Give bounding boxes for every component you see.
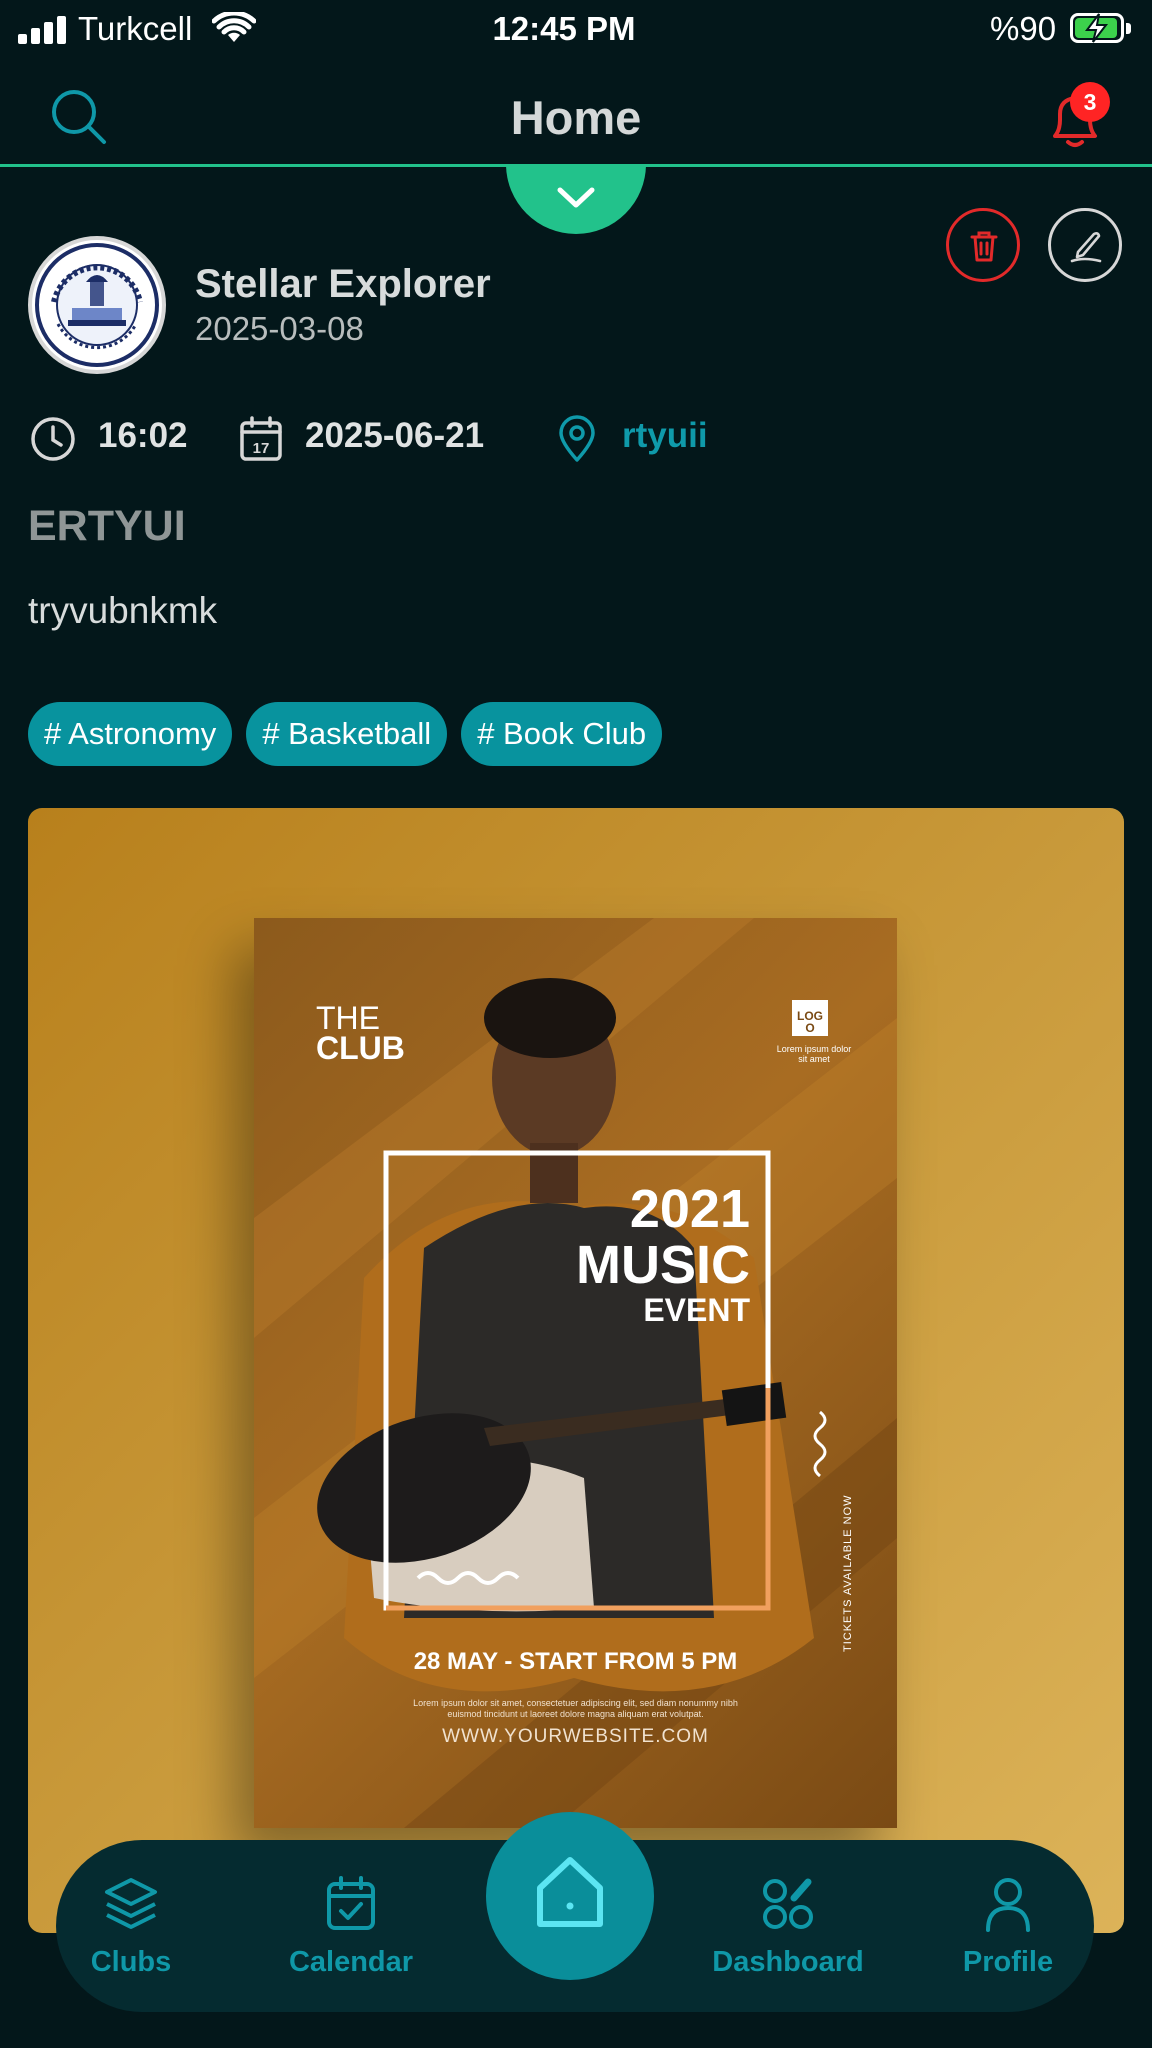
tag-chip[interactable]: # Book Club [461,702,663,766]
poster-subhead: EVENT [643,1292,750,1328]
club-avatar[interactable] [28,236,166,374]
tag-list: # Astronomy # Basketball # Book Club [28,702,663,766]
battery-tip [1126,23,1131,34]
nav-label: Profile [962,1946,1054,1978]
layers-icon [105,1878,157,1929]
nav-calendar[interactable]: Calendar [280,1874,422,1979]
notification-badge: 3 [1070,82,1110,122]
event-description: tryvubnkmk [28,590,218,631]
chevron-down-icon [557,187,595,208]
clock: 12:45 PM [492,10,636,47]
nav-profile[interactable]: Profile [956,1874,1060,1979]
poster-schedule: 28 MAY - START FROM 5 PM [413,1648,738,1675]
nav-label: Calendar [288,1946,414,1978]
nav-dashboard[interactable]: Dashboard [708,1874,868,1979]
location-pin-icon [559,415,595,462]
pencil-icon [1070,232,1102,263]
poster-website: WWW.YOURWEBSITE.COM [442,1726,709,1747]
nav-label: Dashboard [712,1946,864,1978]
poster-logo-sub: Lorem ipsum dolor sit amet [776,1044,852,1064]
page-title: Home [510,91,642,144]
poster-body: Lorem ipsum dolor sit amet, consectetuer… [413,1698,738,1719]
delete-button[interactable] [946,208,1020,282]
university-seal-logo [35,243,159,367]
svg-text:17: 17 [253,440,270,457]
poster-headline: MUSIC [576,1235,750,1295]
event-location[interactable]: rtyuii [622,416,708,456]
battery-percentage: %90 [990,10,1057,47]
event-title: ERTYUI [28,502,186,550]
poster-side-text: TICKETS AVAILABLE NOW [842,1494,854,1652]
calendar-check-icon [327,1876,375,1930]
charging-bolt-icon [1085,13,1109,43]
poster-logo: LOGO [797,1009,823,1035]
poster-year: 2021 [629,1179,750,1239]
tag-chip[interactable]: # Basketball [246,702,448,766]
edit-button[interactable] [1048,208,1122,282]
calendar-icon: 17 [240,416,282,461]
clock-icon [31,417,75,461]
status-bar: Turkcell 12:45 PM %90 [0,0,1152,58]
club-name[interactable]: Stellar Explorer [195,262,491,307]
nav-label: Clubs [90,1946,172,1978]
event-time: 16:02 [98,416,188,455]
profile-icon [986,1878,1030,1932]
event-image[interactable]: THE CLUB LOGO Lorem ipsum dolor sit amet… [28,808,1124,1933]
dashboard-icon [763,1878,813,1929]
nav-clubs[interactable]: Clubs [76,1874,186,1979]
poster-brand-line2: CLUB [316,1030,405,1066]
tag-chip[interactable]: # Astronomy [28,702,233,766]
event-poster: THE CLUB LOGO Lorem ipsum dolor sit amet… [254,918,897,1828]
trash-icon [970,231,998,262]
posted-date: 2025-03-08 [195,310,364,347]
nav-home[interactable] [486,1812,654,1980]
event-date: 2025-06-21 [305,416,485,455]
home-icon [537,1857,603,1927]
